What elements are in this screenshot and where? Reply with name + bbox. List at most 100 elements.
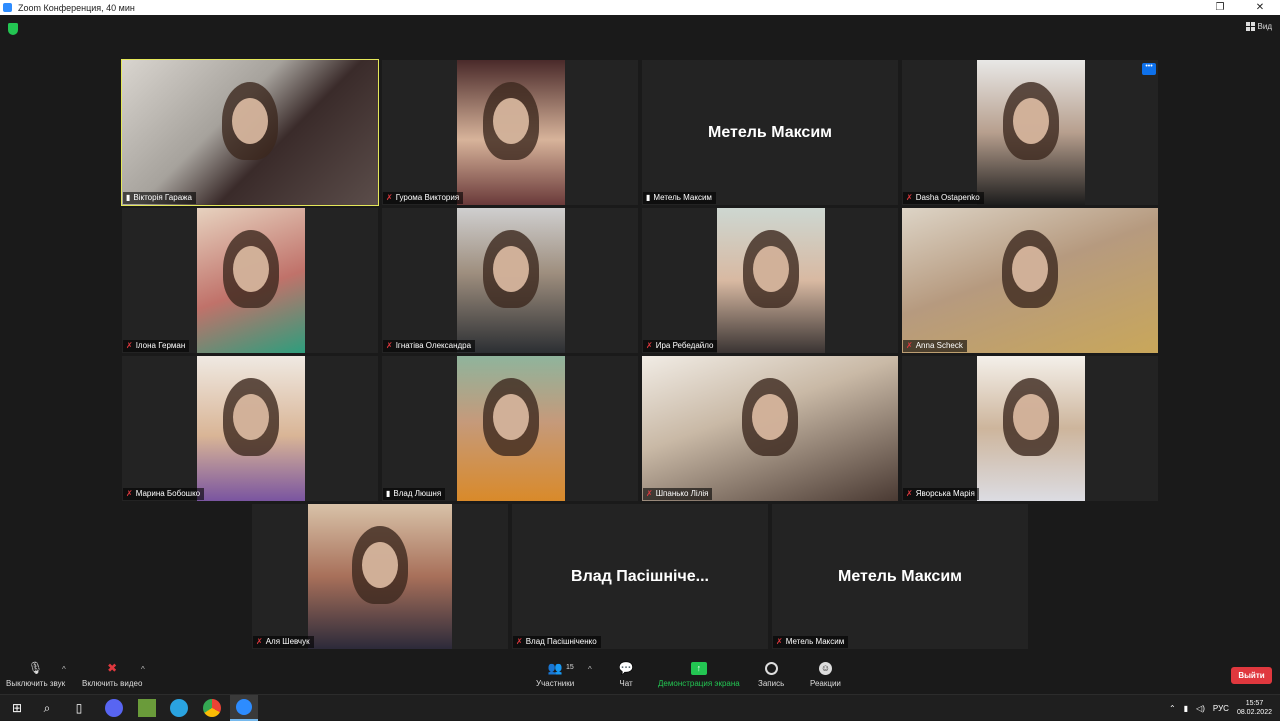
grid-view-icon <box>1245 22 1255 31</box>
participant-video <box>457 60 565 205</box>
participant-tile[interactable]: Метель Максим ✗ Метель Максим <box>772 504 1028 649</box>
participant-tile[interactable]: ✗ Ігнатіва Олександра <box>382 208 638 353</box>
participant-name-label: ▮ Метель Максим <box>643 192 716 204</box>
reactions-icon: ☺ <box>818 661 832 675</box>
muted-mic-icon: ✗ <box>646 489 653 498</box>
minecraft-icon[interactable] <box>138 699 156 717</box>
video-off-icon: ✖ <box>107 661 118 675</box>
muted-mic-icon: ✗ <box>906 489 913 498</box>
participant-name: Ира Ребедайло <box>655 341 714 350</box>
participant-video <box>977 60 1085 205</box>
record-button[interactable]: Запись <box>758 660 784 688</box>
participant-video <box>308 504 452 649</box>
window-title-bar: Zoom Конференция, 40 мин ❐ ✕ <box>0 0 1280 15</box>
participant-video <box>197 356 305 501</box>
search-icon[interactable]: ⌕ <box>38 699 56 717</box>
mute-button[interactable]: 🎙 Выключить звук <box>6 660 65 688</box>
participant-tile[interactable]: ✗ Яворська Марія <box>902 356 1158 501</box>
clock-date: 08.02.2022 <box>1236 709 1272 716</box>
video-options-caret[interactable]: ^ <box>141 665 145 674</box>
participant-video <box>122 60 378 205</box>
muted-mic-icon: ✗ <box>646 341 653 350</box>
meeting-top-bar: Вид <box>0 15 1280 43</box>
more-options-icon[interactable]: ••• <box>1142 63 1156 75</box>
leave-button[interactable]: Выйти <box>1231 667 1272 684</box>
participant-name: Аля Шевчук <box>265 637 310 646</box>
clock-time: 15:57 <box>1245 700 1264 707</box>
participant-name-label: ✗ Гурома Виктория <box>383 192 464 204</box>
participant-name-label: ✗ Ілона Герман <box>123 340 190 352</box>
participant-tile[interactable]: ✗ Марина Бобошко <box>122 356 378 501</box>
participant-name: Вікторія Гаража <box>133 193 192 202</box>
participant-face <box>493 394 529 440</box>
participant-name: Ігнатіва Олександра <box>395 341 472 350</box>
participant-name-label: ✗ Марина Бобошко <box>123 488 205 500</box>
muted-mic-icon: ✗ <box>256 637 263 646</box>
participant-tile[interactable]: ••• ✗ Dasha Ostapenko <box>902 60 1158 205</box>
participant-video <box>457 208 565 353</box>
language-indicator[interactable]: РУС <box>1213 704 1229 713</box>
participant-tile[interactable]: Метель Максим ▮ Метель Максим <box>642 60 898 205</box>
start-video-button[interactable]: ✖ Включить видео <box>82 660 142 688</box>
window-controls: ❐ ✕ <box>1200 0 1280 15</box>
restore-icon[interactable]: ❐ <box>1200 0 1240 15</box>
share-screen-button[interactable]: ↑ Демонстрация экрана <box>658 660 740 688</box>
discord-icon[interactable] <box>105 699 123 717</box>
muted-mic-icon: ✗ <box>126 489 133 498</box>
participant-face <box>232 98 268 144</box>
participant-tile[interactable]: ✗ Ира Ребедайло <box>642 208 898 353</box>
participant-name-label: ✗ Шпанько Лілія <box>643 488 713 500</box>
mic-icon: ▮ <box>126 193 131 202</box>
participant-name: Шпанько Лілія <box>655 489 709 498</box>
muted-mic-icon: ✗ <box>776 637 783 646</box>
participant-tile[interactable]: ▮ Вікторія Гаража <box>121 59 379 206</box>
encryption-shield-icon[interactable] <box>8 23 18 35</box>
participant-tile[interactable]: ▮ Влад Люшня <box>382 356 638 501</box>
chat-icon: 💬 <box>618 661 634 675</box>
participant-face <box>753 246 789 292</box>
participant-name-placeholder: Влад Пасішніче... <box>571 567 709 585</box>
participant-name-label: ✗ Аля Шевчук <box>253 636 314 648</box>
participant-name-placeholder: Метель Максим <box>838 567 962 585</box>
participant-tile[interactable]: Влад Пасішніче... ✗ Влад Пасішніченко <box>512 504 768 649</box>
participant-tile[interactable]: ✗ Аля Шевчук <box>252 504 508 649</box>
participants-options-caret[interactable]: ^ <box>588 665 592 674</box>
audio-options-caret[interactable]: ^ <box>62 665 66 674</box>
participant-name-label: ▮ Влад Люшня <box>383 488 446 500</box>
participant-name: Метель Максим <box>653 193 712 202</box>
participant-name-label: ✗ Anna Scheck <box>903 340 967 352</box>
close-icon[interactable]: ✕ <box>1240 0 1280 15</box>
participant-name: Влад Люшня <box>393 489 442 498</box>
muted-mic-icon: ✗ <box>906 193 913 202</box>
participant-video <box>902 208 1158 353</box>
participant-name-placeholder: Метель Максим <box>708 123 832 141</box>
system-tray: ⌃ ▮ ◁) РУС 15:57 08.02.2022 <box>1169 695 1280 721</box>
participant-tile[interactable]: ✗ Гурома Виктория <box>382 60 638 205</box>
network-icon[interactable]: ▮ <box>1184 704 1188 713</box>
telegram-icon[interactable] <box>170 699 188 717</box>
participants-icon: 👥 <box>547 661 563 675</box>
mic-icon: ▮ <box>646 193 651 202</box>
muted-mic-icon: ✗ <box>906 341 913 350</box>
volume-icon[interactable]: ◁) <box>1196 704 1205 713</box>
mic-icon: ▮ <box>386 489 391 498</box>
participant-face <box>233 246 269 292</box>
task-view-icon[interactable]: ▯ <box>70 699 88 717</box>
participant-name-label: ✗ Яворська Марія <box>903 488 979 500</box>
zoom-taskbar-icon[interactable] <box>230 695 258 721</box>
clock[interactable]: 15:57 08.02.2022 <box>1237 699 1272 717</box>
participant-name-label: ▮ Вікторія Гаража <box>123 192 196 204</box>
tray-overflow-icon[interactable]: ⌃ <box>1169 704 1176 713</box>
participant-tile[interactable]: ✗ Шпанько Лілія <box>642 356 898 501</box>
participant-tile[interactable]: ✗ Anna Scheck <box>902 208 1158 353</box>
participant-tile[interactable]: ✗ Ілона Герман <box>122 208 378 353</box>
meeting-toolbar: 🎙 Выключить звук ^ ✖ Включить видео ^ 👥 … <box>0 656 1280 694</box>
reactions-button[interactable]: ☺ Реакции <box>810 660 841 688</box>
participant-name: Яворська Марія <box>915 489 975 498</box>
chat-button[interactable]: 💬 Чат <box>618 660 634 688</box>
view-button[interactable]: Вид <box>1245 22 1272 31</box>
participant-name-label: ✗ Влад Пасішніченко <box>513 636 601 648</box>
participant-name-label: ✗ Ира Ребедайло <box>643 340 718 352</box>
windows-start-icon[interactable]: ⊞ <box>8 699 26 717</box>
chrome-icon[interactable] <box>203 699 221 717</box>
